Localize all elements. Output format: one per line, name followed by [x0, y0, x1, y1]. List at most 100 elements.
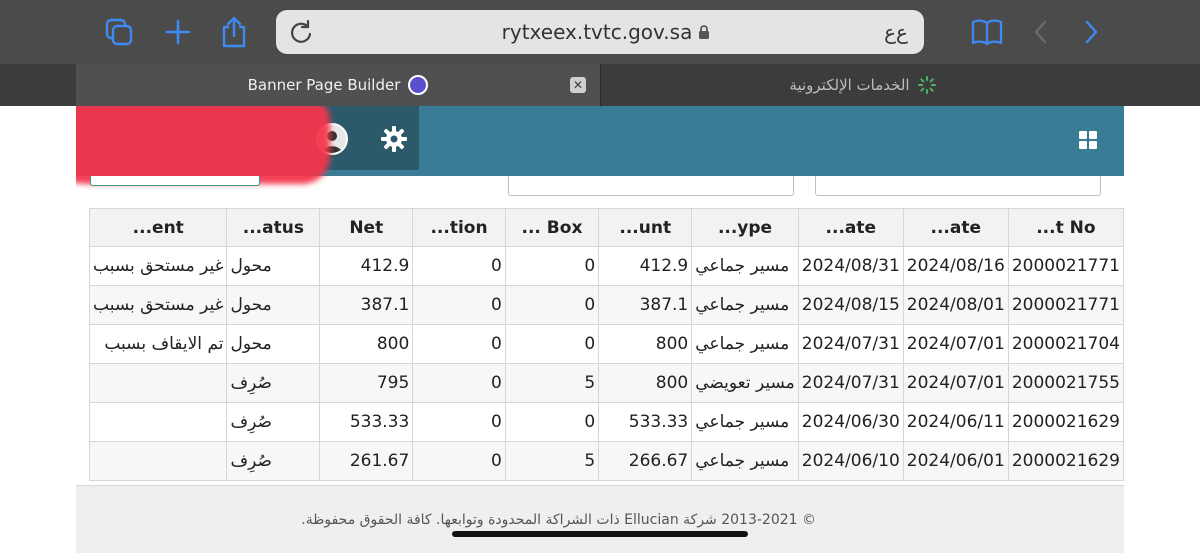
back-icon[interactable] — [1024, 14, 1058, 50]
app-grid-icon[interactable] — [1078, 130, 1098, 150]
gear-icon[interactable] — [380, 125, 408, 153]
column-header[interactable]: Net — [319, 208, 414, 247]
header-user-area — [76, 106, 419, 184]
table-cell: 0 — [412, 246, 506, 286]
table-cell: مسير جماعي — [691, 285, 799, 325]
table-cell: 387.1 — [319, 285, 414, 325]
table-cell: 2000021771 — [1007, 246, 1124, 286]
input-field[interactable] — [508, 176, 794, 196]
home-indicator[interactable] — [452, 531, 748, 537]
table-cell — [88, 363, 228, 403]
table-cell: 2000021629 — [1007, 441, 1124, 481]
column-header[interactable]: ...ate — [902, 208, 1009, 247]
payments-table: ...ent ...atus Net ...tion ... Box ...un… — [88, 208, 1124, 481]
table-cell: 2024/06/10 — [797, 441, 904, 481]
table-cell: غير مستحق بسبب — [88, 246, 228, 286]
table-cell: 2000021771 — [1007, 285, 1124, 325]
table-row[interactable]: غير مستحق بسبب محول 387.1 0 0 387.1 مسير… — [88, 285, 1124, 325]
table-cell: 0 — [504, 402, 600, 442]
url-text: rytxeex.tvtc.gov.sa — [501, 20, 693, 44]
table-cell — [88, 402, 228, 442]
bookmarks-icon[interactable] — [970, 14, 1004, 50]
tab-title: Banner Page Builder — [247, 76, 401, 94]
table-cell: 0 — [412, 285, 506, 325]
table-cell: 412.9 — [598, 246, 693, 286]
address-bar[interactable]: rytxeex.tvtc.gov.sa ع‌ع — [276, 10, 924, 54]
table-row[interactable]: صُرِف 795 0 5 800 مسير تعويضي 2024/07/31… — [88, 363, 1124, 403]
column-header[interactable]: ...ent — [88, 208, 228, 247]
table-cell: 795 — [319, 363, 414, 403]
table-cell: 2000021755 — [1007, 363, 1124, 403]
close-icon[interactable]: ✕ — [570, 77, 586, 93]
table-cell: 2000021629 — [1007, 402, 1124, 442]
table-cell: 261.67 — [319, 441, 414, 481]
table-cell: 0 — [504, 246, 600, 286]
table-cell: غير مستحق بسبب — [88, 285, 228, 325]
table-cell: 412.9 — [319, 246, 414, 286]
input-field[interactable] — [90, 176, 260, 186]
column-header[interactable]: ...tion — [412, 208, 506, 247]
table-cell: 2024/08/01 — [902, 285, 1009, 325]
table-cell: 5 — [504, 441, 600, 481]
tab-banner-page-builder[interactable]: Banner Page Builder ✕ — [76, 64, 600, 106]
table-cell: 0 — [412, 324, 506, 364]
table-cell: صُرِف — [226, 402, 321, 442]
table-cell: محول — [226, 324, 321, 364]
column-header[interactable]: ...ype — [691, 208, 799, 247]
tab-bar: Banner Page Builder ✕ الخدمات الإلكتروني… — [0, 64, 1200, 106]
redaction-mark — [76, 106, 330, 184]
table-cell: 2024/07/31 — [797, 324, 904, 364]
table-cell: محول — [226, 285, 321, 325]
table-cell: مسير جماعي — [691, 246, 799, 286]
favicon-icon — [408, 75, 429, 95]
table-cell: مسير تعويضي — [691, 363, 799, 403]
input-field[interactable] — [815, 176, 1101, 196]
column-header[interactable]: ...unt — [598, 208, 693, 247]
table-cell: تم الايقاف بسبب — [88, 324, 228, 364]
table-row[interactable]: غير مستحق بسبب محول 412.9 0 0 412.9 مسير… — [88, 246, 1124, 286]
reader-text-size-button[interactable]: ع‌ع — [884, 20, 908, 44]
table-cell: 2024/08/31 — [797, 246, 904, 286]
table-cell: 387.1 — [598, 285, 693, 325]
table-cell: صُرِف — [226, 363, 321, 403]
table-cell: 533.33 — [598, 402, 693, 442]
table-header-row: ...ent ...atus Net ...tion ... Box ...un… — [88, 208, 1124, 247]
table-row[interactable]: تم الايقاف بسبب محول 800 0 0 800 مسير جم… — [88, 324, 1124, 364]
table-cell: 800 — [319, 324, 414, 364]
table-cell: 2024/06/30 — [797, 402, 904, 442]
table-cell: 2024/06/01 — [902, 441, 1009, 481]
table-cell: 5 — [504, 363, 600, 403]
table-cell: 0 — [412, 363, 506, 403]
lock-icon — [699, 25, 710, 39]
forward-icon[interactable] — [1074, 14, 1108, 50]
table-cell: 2024/07/01 — [902, 324, 1009, 364]
table-cell: محول — [226, 246, 321, 286]
tabs-icon[interactable] — [102, 14, 136, 50]
column-header[interactable]: ... Box — [504, 208, 600, 247]
plus-icon[interactable] — [161, 14, 195, 50]
loading-spinner-icon — [917, 76, 936, 94]
table-cell: 0 — [412, 402, 506, 442]
table-row[interactable]: صُرِف 261.67 0 5 266.67 مسير جماعي 2024/… — [88, 441, 1124, 481]
tab-electronic-services[interactable]: الخدمات الإلكترونية — [600, 64, 1124, 106]
table-cell: 0 — [412, 441, 506, 481]
table-row[interactable]: صُرِف 533.33 0 0 533.33 مسير جماعي 2024/… — [88, 402, 1124, 442]
table-cell: 0 — [504, 324, 600, 364]
table-cell: صُرِف — [226, 441, 321, 481]
column-header[interactable]: ...t No — [1007, 208, 1124, 247]
table-cell: 800 — [598, 363, 693, 403]
table-cell: 2024/07/01 — [902, 363, 1009, 403]
reload-icon[interactable] — [288, 19, 314, 45]
browser-toolbar: rytxeex.tvtc.gov.sa ع‌ع — [0, 0, 1200, 64]
table-cell: مسير جماعي — [691, 441, 799, 481]
table-cell: 2024/06/11 — [902, 402, 1009, 442]
table-cell: 800 — [598, 324, 693, 364]
table-cell: 533.33 — [319, 402, 414, 442]
share-icon[interactable] — [217, 14, 251, 50]
table-cell: مسير جماعي — [691, 324, 799, 364]
table-cell — [88, 441, 228, 481]
table-cell: 266.67 — [598, 441, 693, 481]
column-header[interactable]: ...ate — [797, 208, 904, 247]
column-header[interactable]: ...atus — [226, 208, 321, 247]
table-cell: 2000021704 — [1007, 324, 1124, 364]
